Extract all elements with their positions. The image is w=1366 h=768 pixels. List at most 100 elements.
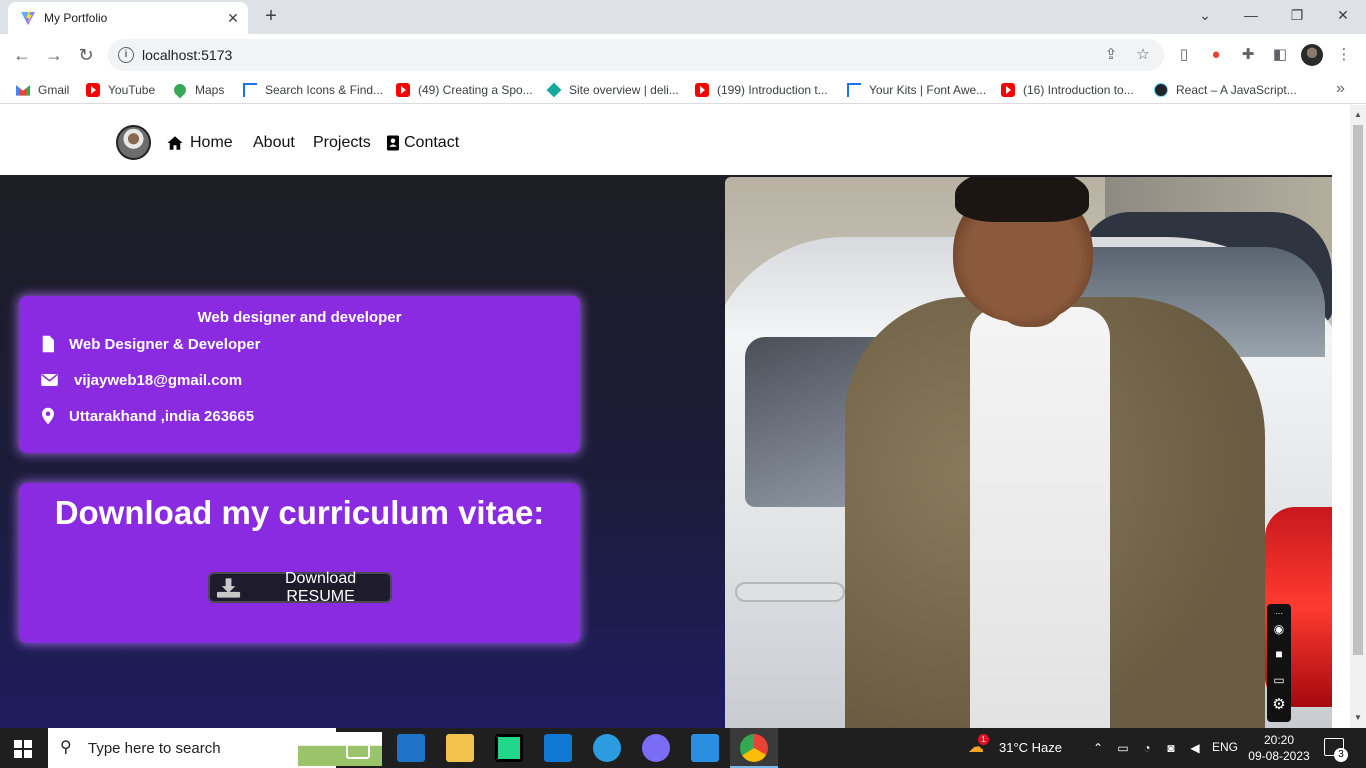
site-navbar: Home About Projects Contact	[0, 105, 1332, 175]
scroll-up-icon[interactable]: ▲	[1353, 110, 1363, 120]
bookmark-youtube[interactable]: YouTube	[86, 82, 155, 98]
vite-favicon-icon	[21, 11, 35, 25]
tab-close-icon[interactable]: ✕	[224, 9, 242, 27]
weather-badge: 1	[978, 734, 989, 745]
tab-search-icon[interactable]: ⌄	[1193, 4, 1217, 26]
nav-projects[interactable]: Projects	[313, 134, 371, 152]
document-icon	[42, 335, 54, 353]
webcam-icon[interactable]: ◙	[1163, 740, 1179, 756]
discord-app-icon[interactable]	[642, 734, 670, 762]
youtube-icon	[695, 83, 709, 97]
menu-kebab-icon[interactable]: ⋮	[1334, 45, 1354, 65]
extensions-puzzle-icon[interactable]: ✚	[1238, 45, 1258, 65]
youtube-icon	[396, 83, 410, 97]
envelope-icon	[41, 374, 58, 386]
extension-reader-icon[interactable]: ▯	[1174, 45, 1194, 65]
windows-taskbar: ⚲ Type here to search ☁ 1 31°C Haze ⌃ ▭ …	[0, 728, 1366, 768]
page-viewport: Home About Projects Contact Web designer…	[0, 105, 1350, 728]
restore-button[interactable]: ❐	[1285, 4, 1309, 26]
clock-time: 20:20	[1263, 733, 1295, 747]
vscode-icon[interactable]	[691, 734, 719, 762]
bookmark-introduction-16[interactable]: (16) Introduction to...	[1001, 82, 1134, 98]
side-panel-icon[interactable]: ◧	[1270, 45, 1290, 65]
bookmark-introduction-199[interactable]: (199) Introduction t...	[695, 82, 828, 98]
reload-button[interactable]: ↻	[74, 43, 98, 67]
video-camera-icon[interactable]: ■	[1270, 646, 1288, 662]
bookmark-maps[interactable]: Maps	[171, 81, 224, 99]
site-info-icon[interactable]: i	[118, 47, 134, 63]
forward-button[interactable]: →	[42, 43, 66, 67]
color-picker-extension-icon[interactable]: ●	[1206, 45, 1226, 65]
bookmark-creating-spo[interactable]: (49) Creating a Spo...	[396, 82, 533, 98]
search-placeholder: Type here to search	[88, 740, 221, 757]
photo-hair	[955, 177, 1089, 222]
language-indicator[interactable]: ENG	[1212, 740, 1238, 754]
cv-card: Download my curriculum vitae: Download R…	[19, 483, 580, 643]
bookmark-react[interactable]: React – A JavaScript...	[1154, 82, 1297, 98]
bookmark-site-overview[interactable]: Site overview | deli...	[546, 82, 679, 98]
photo-shirt	[970, 307, 1110, 728]
browser-tabstrip: My Portfolio ✕ + ⌄ — ❐ ✕	[0, 0, 1366, 34]
nav-home[interactable]: Home	[166, 134, 233, 152]
page-scrollbar[interactable]: ▲ ▼	[1350, 105, 1366, 728]
chrome-icon[interactable]	[740, 734, 768, 762]
start-button[interactable]	[14, 740, 32, 758]
scroll-thumb[interactable]	[1353, 125, 1363, 655]
youtube-icon	[1001, 83, 1015, 97]
flag-icon	[847, 83, 861, 97]
pycharm-icon[interactable]	[495, 734, 523, 762]
profile-photo	[725, 177, 1332, 728]
capture-tool-panel: ⋯ ◉ ■ ▭ ⚙	[1267, 604, 1291, 722]
email-row: vijayweb18@gmail.com	[39, 371, 242, 389]
location-pin-icon	[42, 407, 54, 425]
avatar[interactable]	[116, 125, 151, 160]
address-url[interactable]: localhost:5173	[142, 47, 232, 63]
download-icon	[216, 577, 241, 598]
file-explorer-icon[interactable]	[446, 734, 474, 762]
maps-icon	[171, 81, 189, 99]
download-resume-button[interactable]: Download RESUME	[208, 570, 392, 605]
window-capture-icon[interactable]: ▭	[1270, 672, 1288, 688]
more-bookmarks-icon[interactable]: »	[1336, 80, 1345, 98]
contact-card-icon	[387, 135, 399, 151]
screen: My Portfolio ✕ + ⌄ — ❐ ✕ ← → ↻ i localho…	[0, 0, 1366, 768]
gmail-icon	[16, 85, 30, 96]
diamond-icon	[546, 82, 562, 98]
wifi-icon[interactable]: ◔	[1139, 740, 1155, 756]
task-view-icon[interactable]	[346, 737, 370, 759]
nav-about[interactable]: About	[253, 134, 295, 152]
info-card: Web designer and developer Web Designer …	[19, 296, 580, 453]
bookmark-gmail[interactable]: Gmail	[16, 82, 69, 98]
back-button[interactable]: ←	[10, 43, 34, 67]
bookmark-search-icons[interactable]: Search Icons & Find...	[243, 82, 383, 98]
mail-app-icon[interactable]	[397, 734, 425, 762]
volume-icon[interactable]: ◀	[1187, 740, 1203, 756]
scroll-down-icon[interactable]: ▼	[1353, 713, 1363, 723]
home-icon	[167, 136, 183, 150]
location-row: Uttarakhand ,india 263665	[39, 407, 254, 425]
minimize-button[interactable]: —	[1239, 4, 1263, 26]
nav-contact[interactable]: Contact	[384, 134, 459, 152]
panel-grip-icon[interactable]: ⋯	[1270, 606, 1288, 622]
address-bar[interactable]: i localhost:5173 ⇪ ☆	[108, 39, 1164, 71]
microsoft-store-icon[interactable]	[544, 734, 572, 762]
flag-icon	[243, 83, 257, 97]
taskbar-search[interactable]: ⚲ Type here to search	[48, 728, 382, 768]
camera-icon[interactable]: ◉	[1270, 621, 1288, 637]
profile-avatar[interactable]	[1301, 44, 1323, 66]
notification-count: 3	[1334, 748, 1348, 762]
edge-browser-icon[interactable]	[593, 734, 621, 762]
settings-gear-icon[interactable]: ⚙	[1270, 697, 1288, 713]
share-icon[interactable]: ⇪	[1102, 46, 1120, 64]
browser-tab[interactable]: My Portfolio ✕	[8, 2, 248, 34]
battery-icon[interactable]: ▭	[1115, 740, 1131, 756]
close-window-button[interactable]: ✕	[1331, 4, 1355, 26]
new-tab-button[interactable]: +	[260, 5, 282, 27]
tray-chevron-up-icon[interactable]: ⌃	[1090, 740, 1106, 756]
system-clock[interactable]: 20:20 09-08-2023	[1248, 732, 1310, 764]
weather-text[interactable]: 31°C Haze	[999, 740, 1062, 755]
browser-toolbar: ← → ↻ i localhost:5173 ⇪ ☆ ▯ ● ✚ ◧ ⋮	[0, 34, 1366, 76]
cv-title: Download my curriculum vitae:	[54, 494, 545, 531]
bookmark-star-icon[interactable]: ☆	[1134, 46, 1152, 64]
bookmark-font-awesome-kits[interactable]: Your Kits | Font Awe...	[847, 82, 986, 98]
